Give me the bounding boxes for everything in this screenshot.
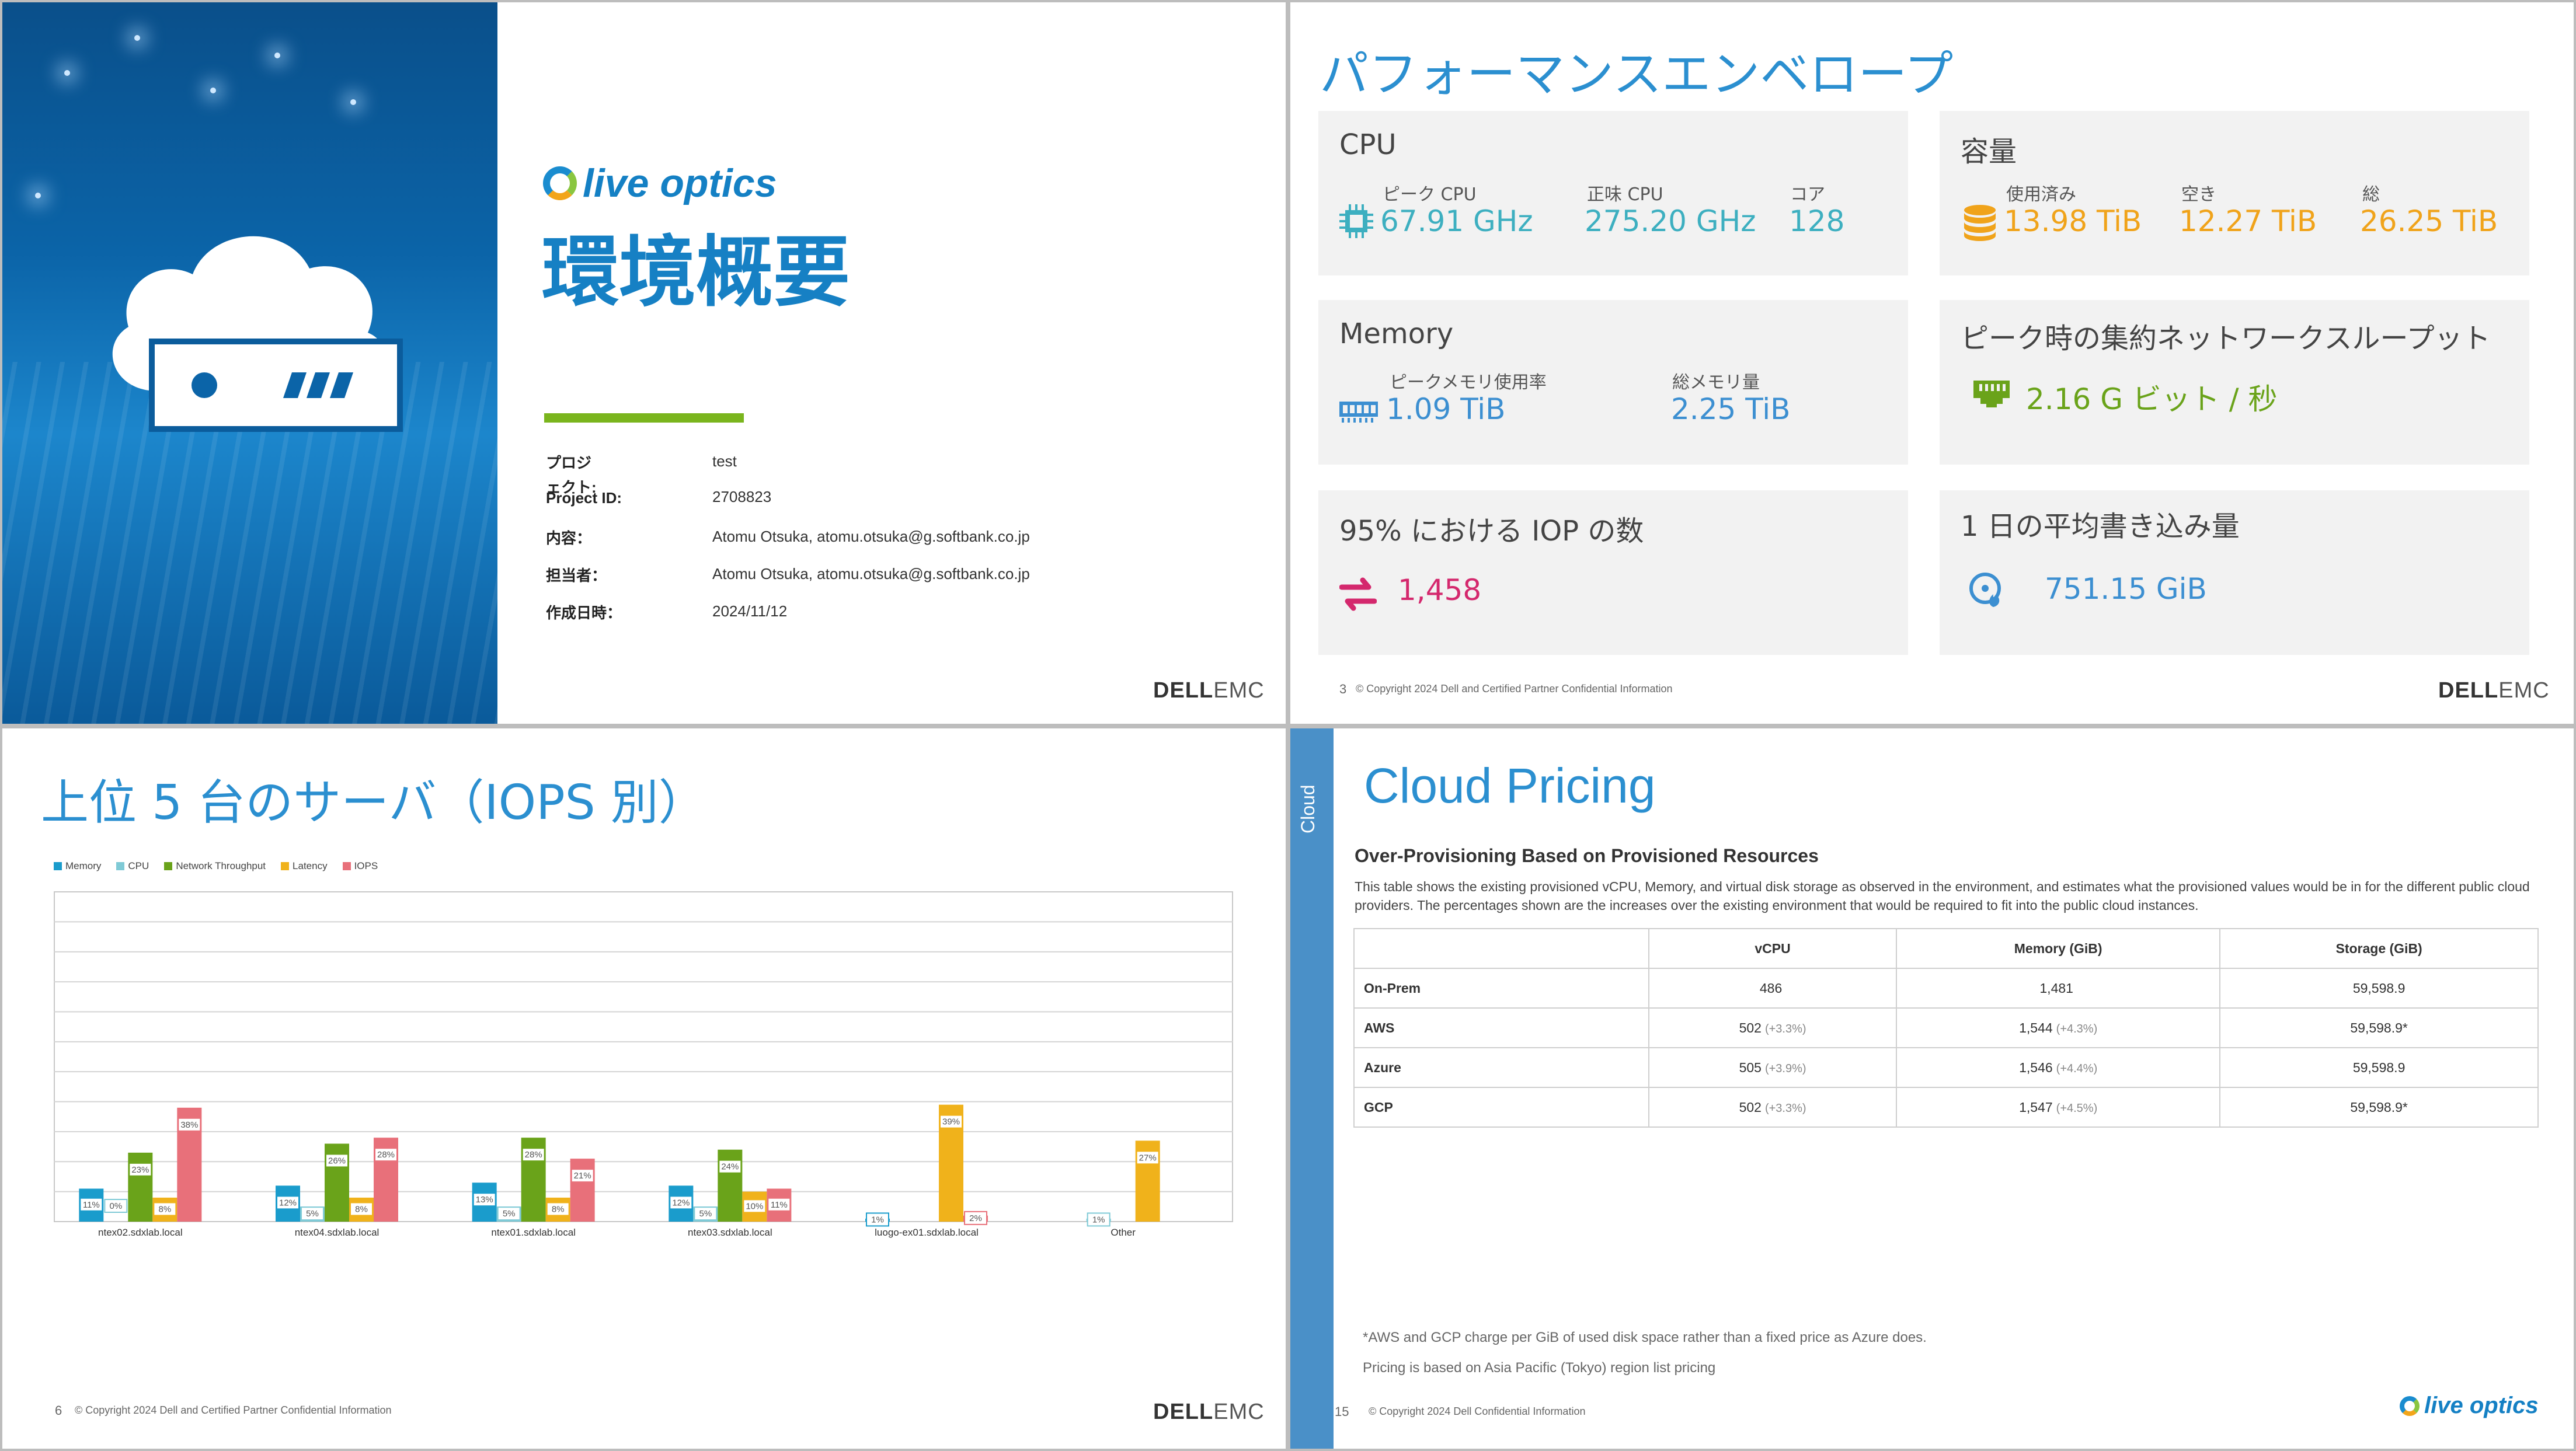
slide-frame xyxy=(1288,0,2576,726)
slide-frame xyxy=(0,0,1288,726)
slide-frame xyxy=(1288,726,2576,1451)
slide-frame xyxy=(0,726,1288,1451)
